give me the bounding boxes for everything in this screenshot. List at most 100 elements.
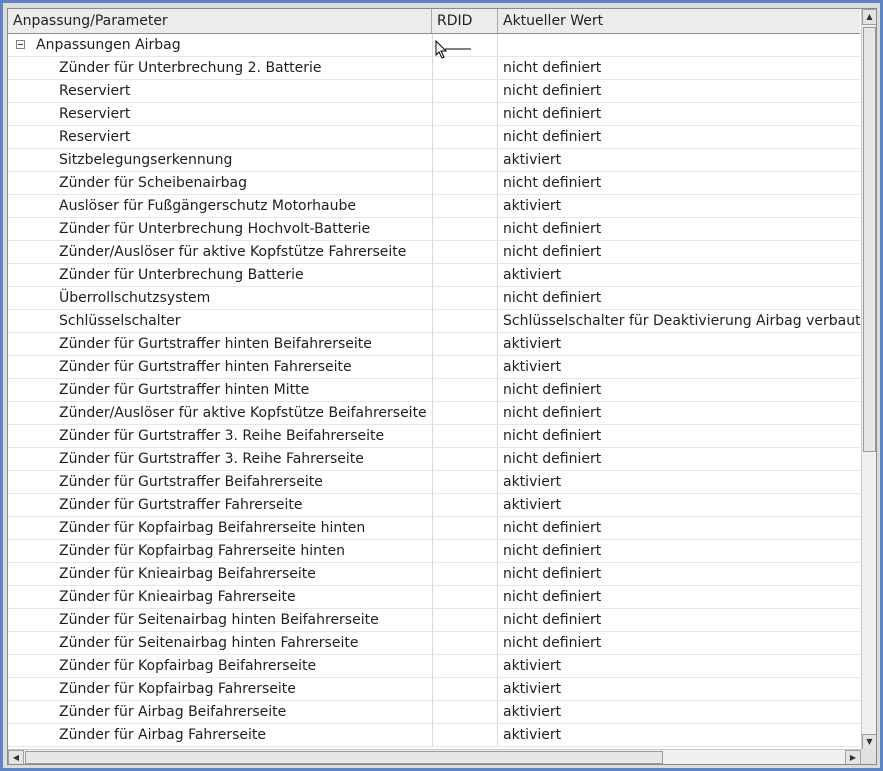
parameter-label: Reserviert xyxy=(59,106,131,122)
parameter-label: Zünder für Seitenairbag hinten Beifahrer… xyxy=(59,612,379,628)
parameter-cell: Zünder für Kopfairbag Fahrerseite hinten xyxy=(8,540,432,562)
parameter-cell: Zünder für Gurtstraffer 3. Reihe Beifahr… xyxy=(8,425,432,447)
value-cell: nicht definiert xyxy=(503,543,602,559)
group-row-airbag[interactable]: Anpassungen Airbag xyxy=(8,34,860,57)
value-cell: nicht definiert xyxy=(503,290,602,306)
value-cell: nicht definiert xyxy=(503,382,602,398)
parameter-label: Zünder/Auslöser für aktive Kopfstütze Be… xyxy=(59,405,427,421)
parameter-label: Zünder für Knieairbag Fahrerseite xyxy=(59,589,296,605)
table-header: Anpassung/Parameter RDID Aktueller Wert xyxy=(8,9,860,34)
table-row[interactable]: Zünder für Unterbrechung Batterie aktivie… xyxy=(8,264,860,287)
table-row[interactable]: Zünder für Gurtstraffer hinten Fahrersei… xyxy=(8,356,860,379)
value-cell: nicht definiert xyxy=(503,244,602,260)
value-cell: aktiviert xyxy=(503,704,562,720)
vertical-scroll-thumb[interactable] xyxy=(863,27,876,452)
value-cell: aktiviert xyxy=(503,727,562,743)
column-header-parameter[interactable]: Anpassung/Parameter xyxy=(8,9,432,33)
rdid-cell xyxy=(432,333,498,355)
rdid-cell xyxy=(432,126,498,148)
table-row[interactable]: Zünder für Kopfairbag Beifahrerseite hin… xyxy=(8,517,860,540)
table-row[interactable]: Zünder für Seitenairbag hinten Fahrersei… xyxy=(8,632,860,655)
parameter-label: Zünder für Gurtstraffer 3. Reihe Beifahr… xyxy=(59,428,385,444)
parameter-cell: Zünder für Airbag Beifahrerseite xyxy=(8,701,432,723)
horizontal-scroll-thumb[interactable] xyxy=(25,751,663,764)
window-frame: Anpassung/Parameter RDID Aktueller Wert … xyxy=(0,0,883,771)
table-row[interactable]: Zünder für Gurtstraffer Fahrerseite aktiv… xyxy=(8,494,860,517)
parameter-cell: Zünder für Unterbrechung Hochvolt-Batter… xyxy=(8,218,432,240)
parameter-label: Schlüsselschalter xyxy=(59,313,181,329)
vertical-scrollbar[interactable]: ▲ ▼ xyxy=(861,9,876,750)
rdid-cell xyxy=(432,448,498,470)
arrow-up-icon[interactable]: ▲ xyxy=(862,9,876,25)
parameter-label: Zünder für Kopfairbag Fahrerseite xyxy=(59,681,296,697)
table-row[interactable]: Zünder für Airbag Beifahrerseite aktivier… xyxy=(8,701,860,724)
table-row[interactable]: Zünder für Gurtstraffer hinten Beifahrer… xyxy=(8,333,860,356)
value-cell: nicht definiert xyxy=(503,129,602,145)
arrow-down-icon[interactable]: ▼ xyxy=(862,734,876,750)
table-row[interactable]: Zünder für Knieairbag Fahrerseite nicht d… xyxy=(8,586,860,609)
table-row[interactable]: Zünder für Unterbrechung 2. Batterie nich… xyxy=(8,57,860,80)
table-row[interactable]: Zünder für Airbag Fahrerseite aktiviert xyxy=(8,724,860,747)
parameter-label: Zünder/Auslöser für aktive Kopfstütze Fa… xyxy=(59,244,407,260)
mouse-pointer-icon xyxy=(435,40,471,59)
table-row[interactable]: Zünder für Unterbrechung Hochvolt-Batter… xyxy=(8,218,860,241)
table-row[interactable]: Reserviert nicht definiert xyxy=(8,126,860,149)
table-row[interactable]: Zünder für Gurtstraffer Beifahrerseite ak… xyxy=(8,471,860,494)
parameter-label: Zünder für Kopfairbag Beifahrerseite xyxy=(59,658,317,674)
value-cell: Schlüsselschalter für Deaktivierung Airb… xyxy=(503,313,860,329)
table-row[interactable]: Zünder/Auslöser für aktive Kopfstütze Be… xyxy=(8,402,860,425)
rdid-cell xyxy=(432,609,498,631)
value-cell: nicht definiert xyxy=(503,635,602,651)
parameter-cell: Zünder für Unterbrechung 2. Batterie xyxy=(8,57,432,79)
table-row[interactable]: Zünder für Knieairbag Beifahrerseite nich… xyxy=(8,563,860,586)
table-row[interactable]: Schlüsselschalter Schlüsselschalter für D… xyxy=(8,310,860,333)
rdid-cell xyxy=(432,586,498,608)
rdid-cell xyxy=(432,241,498,263)
rdid-cell xyxy=(432,632,498,654)
value-cell: nicht definiert xyxy=(503,612,602,628)
value-cell: nicht definiert xyxy=(503,405,602,421)
rdid-cell xyxy=(432,655,498,677)
table-row[interactable]: Überrollschutzsystem nicht definiert xyxy=(8,287,860,310)
parameter-cell: Sitzbelegungserkennung xyxy=(8,149,432,171)
parameter-label: Zünder für Gurtstraffer hinten Mitte xyxy=(59,382,310,398)
parameter-cell: Überrollschutzsystem xyxy=(8,287,432,309)
parameter-cell: Zünder für Gurtstraffer hinten Mitte xyxy=(8,379,432,401)
parameter-cell: Schlüsselschalter xyxy=(8,310,432,332)
column-header-rdid[interactable]: RDID xyxy=(432,9,498,33)
horizontal-scrollbar[interactable]: ◀ ▶ xyxy=(8,749,861,764)
table-row[interactable]: Zünder für Seitenairbag hinten Beifahrer… xyxy=(8,609,860,632)
parameter-label: Zünder für Airbag Beifahrerseite xyxy=(59,704,287,720)
table-row[interactable]: Zünder für Kopfairbag Beifahrerseite akti… xyxy=(8,655,860,678)
rdid-cell xyxy=(432,471,498,493)
column-header-value[interactable]: Aktueller Wert xyxy=(498,9,860,33)
parameter-label: Zünder für Kopfairbag Fahrerseite hinten xyxy=(59,543,345,559)
table-row[interactable]: Sitzbelegungserkennung aktiviert xyxy=(8,149,860,172)
table-row[interactable]: Zünder für Gurtstraffer 3. Reihe Beifahr… xyxy=(8,425,860,448)
parameter-cell: Zünder für Knieairbag Beifahrerseite xyxy=(8,563,432,585)
table-row[interactable]: Zünder/Auslöser für aktive Kopfstütze Fa… xyxy=(8,241,860,264)
parameter-label: Zünder für Gurtstraffer Fahrerseite xyxy=(59,497,303,513)
rdid-cell xyxy=(432,678,498,700)
parameter-cell: Zünder für Knieairbag Fahrerseite xyxy=(8,586,432,608)
parameter-label: Auslöser für Fußgängerschutz Motorhaube xyxy=(59,198,356,214)
table-row[interactable]: Auslöser für Fußgängerschutz Motorhaube a… xyxy=(8,195,860,218)
value-cell: nicht definiert xyxy=(503,520,602,536)
table-row[interactable]: Zünder für Kopfairbag Fahrerseite hinten… xyxy=(8,540,860,563)
collapse-icon[interactable] xyxy=(16,40,25,49)
table-row[interactable]: Zünder für Gurtstraffer 3. Reihe Fahrers… xyxy=(8,448,860,471)
rdid-cell xyxy=(432,149,498,171)
rdid-cell xyxy=(432,425,498,447)
table-row[interactable]: Zünder für Kopfairbag Fahrerseite aktivie… xyxy=(8,678,860,701)
table-row[interactable]: Reserviert nicht definiert xyxy=(8,103,860,126)
arrow-left-icon[interactable]: ◀ xyxy=(8,750,24,764)
parameter-cell: Auslöser für Fußgängerschutz Motorhaube xyxy=(8,195,432,217)
parameter-cell: Reserviert xyxy=(8,103,432,125)
table-row[interactable]: Zünder für Scheibenairbag nicht definiert xyxy=(8,172,860,195)
arrow-right-icon[interactable]: ▶ xyxy=(845,750,861,764)
rdid-cell xyxy=(432,264,498,286)
table-row[interactable]: Zünder für Gurtstraffer hinten Mitte nich… xyxy=(8,379,860,402)
parameter-cell: Zünder für Gurtstraffer hinten Beifahrer… xyxy=(8,333,432,355)
parameter-cell: Zünder für Kopfairbag Beifahrerseite hin… xyxy=(8,517,432,539)
table-row[interactable]: Reserviert nicht definiert xyxy=(8,80,860,103)
